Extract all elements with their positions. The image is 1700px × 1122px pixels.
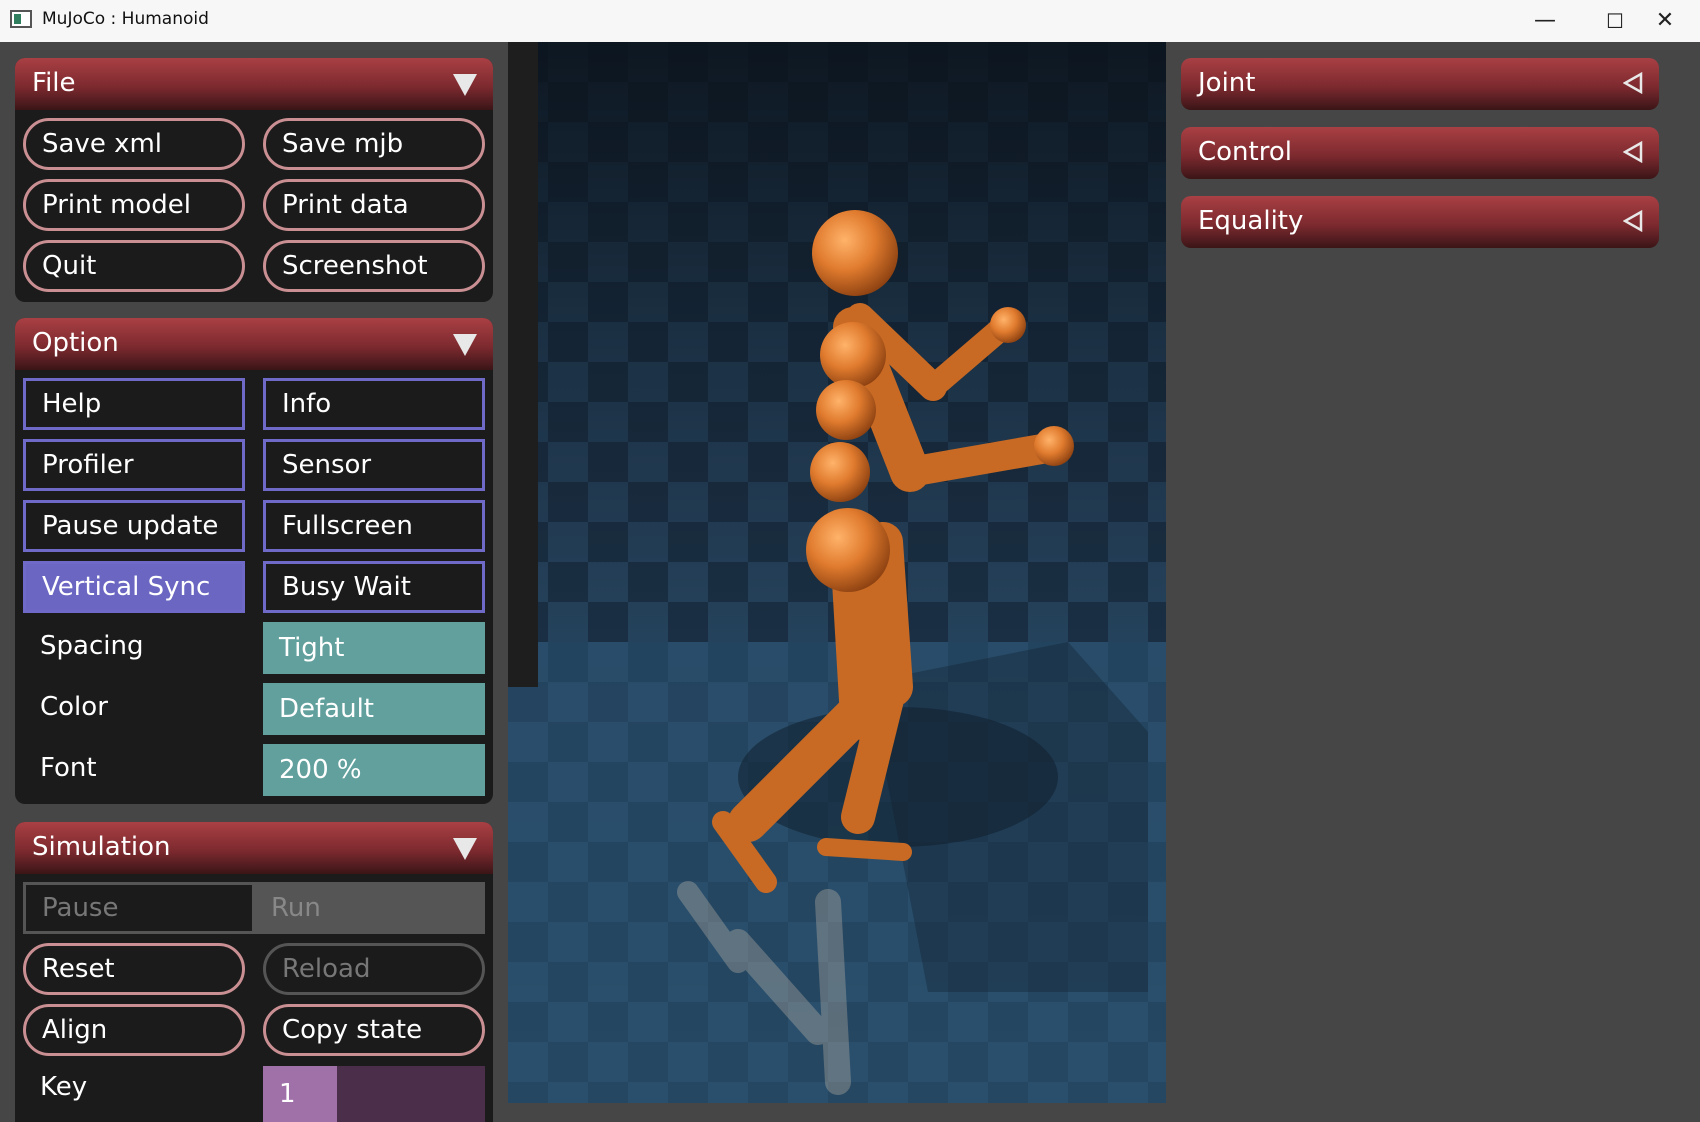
- expand-triangle-icon: [1623, 141, 1643, 163]
- scene-render: [508, 42, 1166, 1103]
- key-slider-thumb[interactable]: 1: [263, 1066, 337, 1122]
- equality-section-header[interactable]: Equality: [1181, 196, 1659, 248]
- save-xml-button[interactable]: Save xml: [23, 118, 245, 170]
- key-slider[interactable]: 1: [263, 1066, 485, 1122]
- collapse-triangle-icon: [453, 838, 477, 860]
- screenshot-button[interactable]: Screenshot: [263, 240, 485, 292]
- left-panel: File Save xml Save mjb Print model Print…: [0, 42, 508, 1122]
- title-bar: MuJoCo : Humanoid — ☐ ✕: [0, 0, 1700, 42]
- align-button[interactable]: Align: [23, 1004, 245, 1056]
- profiler-toggle[interactable]: Profiler: [23, 439, 245, 491]
- section-title: File: [32, 68, 76, 98]
- file-section: File Save xml Save mjb Print model Print…: [15, 58, 493, 302]
- reset-button[interactable]: Reset: [23, 943, 245, 995]
- section-title: Control: [1198, 137, 1292, 167]
- spacing-select[interactable]: Tight: [263, 622, 485, 674]
- vertical-sync-toggle[interactable]: Vertical Sync: [23, 561, 245, 613]
- reload-button[interactable]: Reload: [263, 943, 485, 995]
- spacing-label: Spacing: [40, 631, 144, 661]
- section-title: Option: [32, 328, 119, 358]
- collapse-triangle-icon: [453, 74, 477, 96]
- file-section-header[interactable]: File: [15, 58, 493, 110]
- font-select[interactable]: 200 %: [263, 744, 485, 796]
- key-label: Key: [40, 1072, 88, 1102]
- app-icon: [10, 10, 32, 28]
- close-icon[interactable]: ✕: [1630, 0, 1700, 42]
- option-section: Option Help Info Profiler Sensor Pause u…: [15, 318, 493, 804]
- color-label: Color: [40, 692, 108, 722]
- expand-triangle-icon: [1623, 210, 1643, 232]
- section-title: Equality: [1198, 206, 1304, 236]
- font-label: Font: [40, 753, 97, 783]
- main-area: File Save xml Save mjb Print model Print…: [0, 42, 1700, 1122]
- simulation-section: Simulation Pause Run Reset Reload Align …: [15, 822, 493, 1122]
- section-title: Simulation: [32, 832, 171, 862]
- right-panel: Joint Control Equality: [1166, 42, 1700, 1103]
- 3d-viewport[interactable]: [508, 42, 1166, 1103]
- quit-button[interactable]: Quit: [23, 240, 245, 292]
- busy-wait-toggle[interactable]: Busy Wait: [263, 561, 485, 613]
- info-toggle[interactable]: Info: [263, 378, 485, 430]
- pause-update-toggle[interactable]: Pause update: [23, 500, 245, 552]
- fullscreen-toggle[interactable]: Fullscreen: [263, 500, 485, 552]
- run-radio[interactable]: Run: [255, 882, 485, 934]
- minimize-icon[interactable]: —: [1510, 0, 1580, 42]
- section-title: Joint: [1198, 68, 1256, 98]
- pause-radio[interactable]: Pause: [23, 882, 255, 934]
- save-mjb-button[interactable]: Save mjb: [263, 118, 485, 170]
- expand-triangle-icon: [1623, 72, 1643, 94]
- joint-section-header[interactable]: Joint: [1181, 58, 1659, 110]
- control-section-header[interactable]: Control: [1181, 127, 1659, 179]
- collapse-triangle-icon: [453, 334, 477, 356]
- option-section-header[interactable]: Option: [15, 318, 493, 370]
- sensor-toggle[interactable]: Sensor: [263, 439, 485, 491]
- print-data-button[interactable]: Print data: [263, 179, 485, 231]
- window-title: MuJoCo : Humanoid: [42, 9, 209, 29]
- help-toggle[interactable]: Help: [23, 378, 245, 430]
- print-model-button[interactable]: Print model: [23, 179, 245, 231]
- color-select[interactable]: Default: [263, 683, 485, 735]
- simulation-section-header[interactable]: Simulation: [15, 822, 493, 874]
- copy-state-button[interactable]: Copy state: [263, 1004, 485, 1056]
